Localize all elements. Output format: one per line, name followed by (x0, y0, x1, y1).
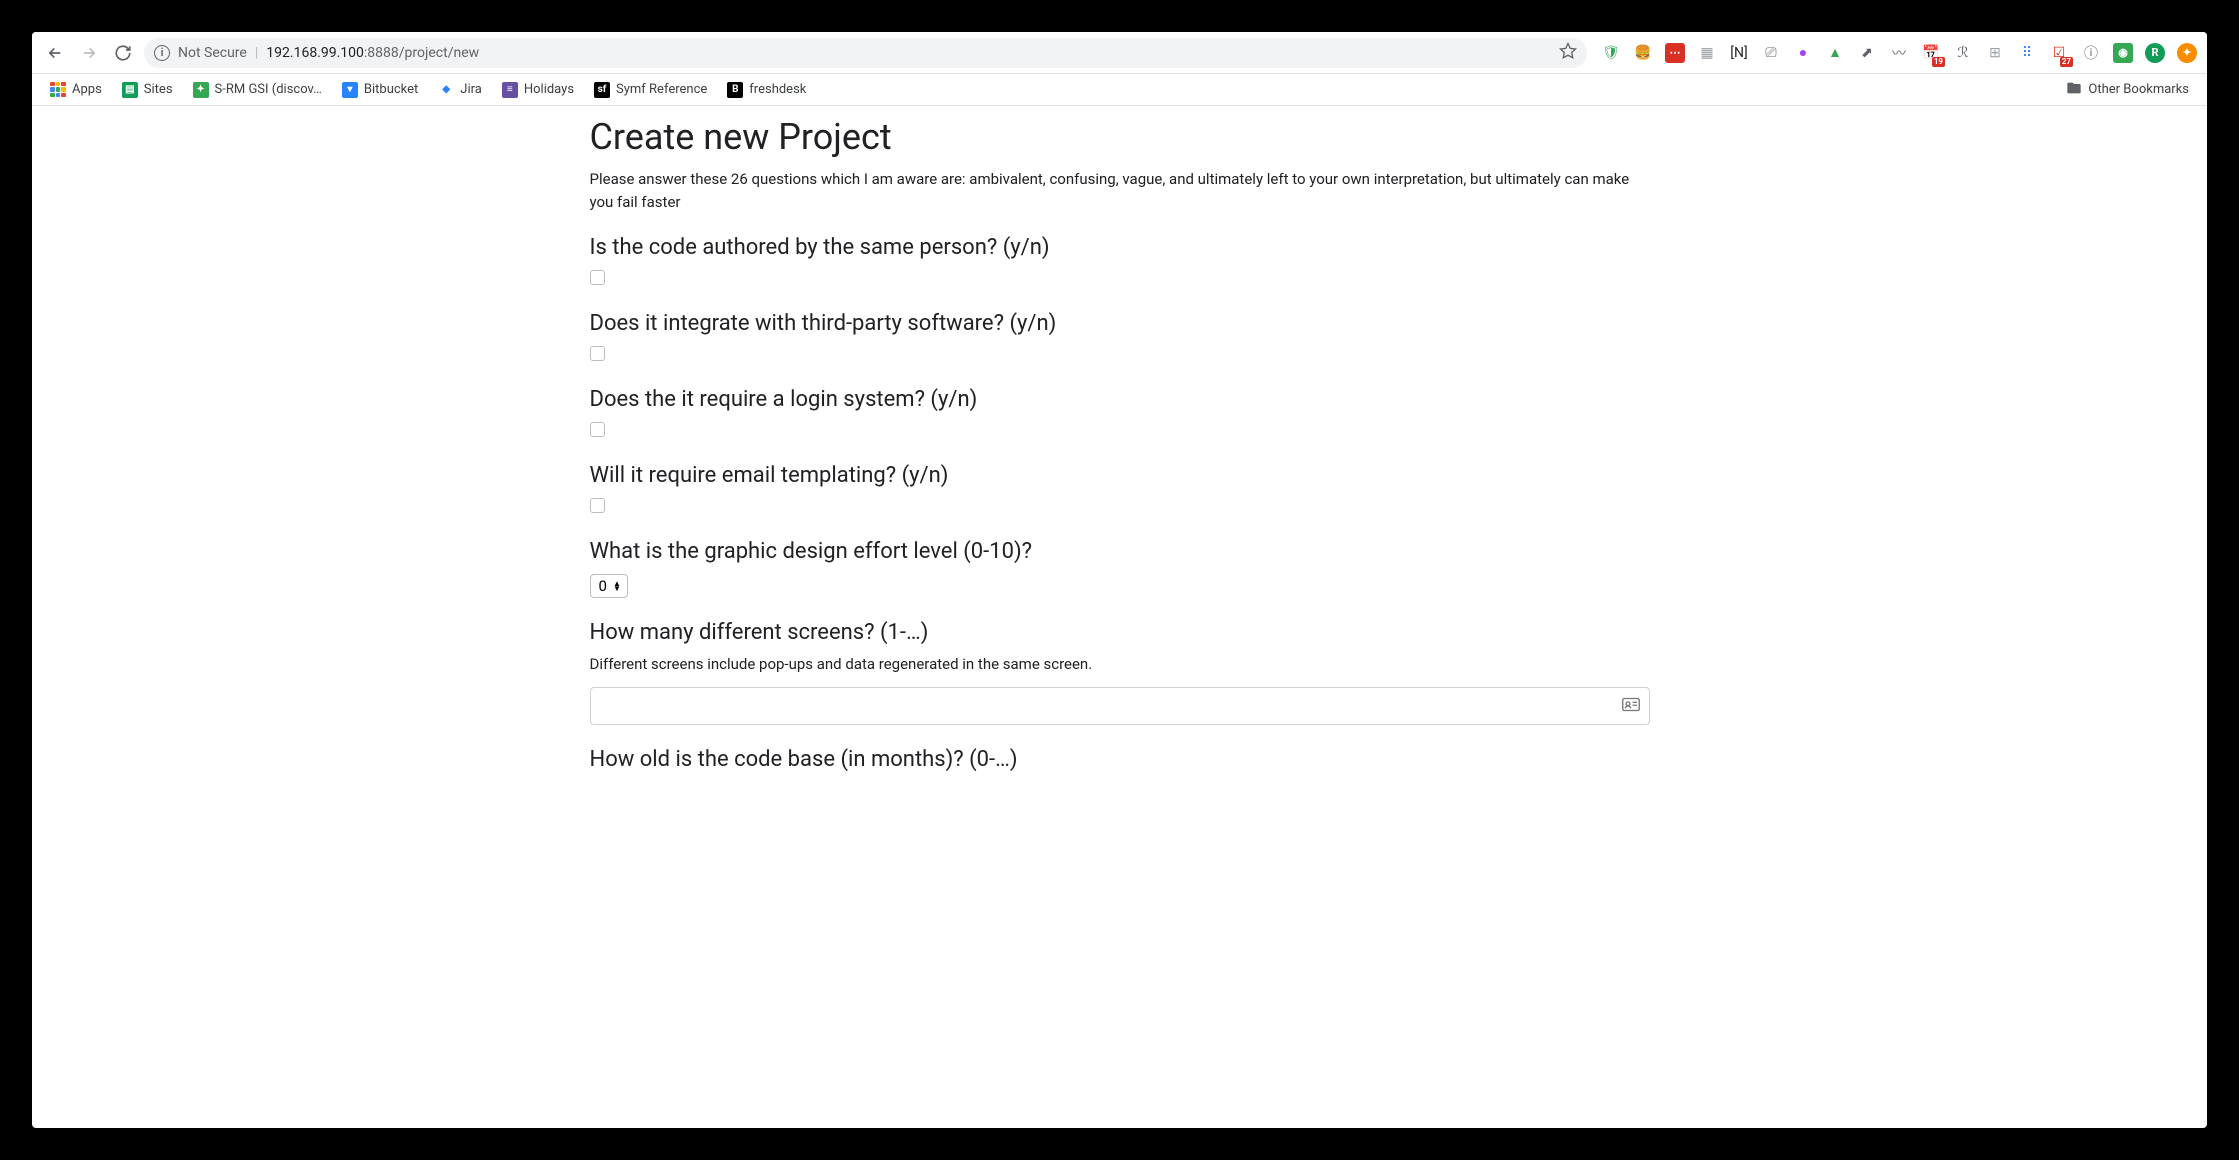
intro-text: Please answer these 26 questions which I… (590, 168, 1650, 213)
favicon-icon: sf (594, 82, 610, 98)
site-info-icon[interactable]: i (154, 45, 170, 61)
input-screens[interactable] (590, 687, 1650, 725)
checkbox-email-templating[interactable] (590, 498, 605, 513)
bookmarks-bar: Apps ▤ Sites ✦ S-RM GSI (discov… ▾ Bitbucket ◆… (32, 74, 2207, 106)
extension-orange-circle-icon[interactable]: ✦ (2177, 43, 2197, 63)
badge: 19 (1932, 57, 1945, 67)
extension-red-dots-icon[interactable]: ⋯ (1665, 43, 1685, 63)
bookmark-star-icon[interactable] (1559, 42, 1577, 64)
extension-wave-icon[interactable]: 〰 (1889, 43, 1909, 63)
address-separator: | (255, 45, 258, 61)
extension-adidas-icon[interactable]: ▲ (1825, 43, 1845, 63)
other-bookmarks-button[interactable]: Other Bookmarks (2058, 76, 2197, 104)
bookmark-item[interactable]: ▤ Sites (114, 78, 181, 102)
extension-grid-icon[interactable]: ⊞ (1985, 43, 2005, 63)
favicon-icon: B (727, 82, 743, 98)
apps-grid-icon (50, 82, 66, 98)
bookmark-item[interactable]: ≡ Holidays (494, 78, 582, 102)
bookmark-label: freshdesk (749, 82, 806, 97)
checkbox-same-author[interactable] (590, 270, 605, 285)
extension-green-box-icon[interactable]: ◉ (2113, 43, 2133, 63)
other-bookmarks-label: Other Bookmarks (2088, 82, 2189, 97)
question-label: What is the graphic design effort level … (590, 539, 1650, 564)
question-label: Is the code authored by the same person?… (590, 235, 1650, 260)
extension-gray-box-icon[interactable]: ▦ (1697, 43, 1717, 63)
question-screens: How many different screens? (1-…) Differ… (590, 620, 1650, 725)
extension-dots-blue-icon[interactable]: ⠿ (2017, 43, 2037, 63)
stepper-arrows-icon: ▲▼ (613, 581, 621, 591)
favicon-icon: ≡ (502, 82, 518, 98)
question-code-age: How old is the code base (in months)? (0… (590, 747, 1650, 772)
bookmark-label: Bitbucket (364, 82, 418, 97)
favicon-icon: ◆ (438, 82, 454, 98)
extension-arrow-box-icon[interactable]: ⬈ (1857, 43, 1877, 63)
question-login: Does the it require a login system? (y/n… (590, 387, 1650, 441)
favicon-icon: ▾ (342, 82, 358, 98)
extension-cast-icon[interactable]: ⎚ (1761, 43, 1781, 63)
security-label: Not Secure (178, 45, 247, 61)
bookmark-item[interactable]: sf Symf Reference (586, 78, 715, 102)
browser-toolbar: i Not Secure | 192.168.99.100:8888/proje… (32, 32, 2207, 74)
favicon-icon: ✦ (193, 82, 209, 98)
contact-card-icon[interactable] (1622, 697, 1640, 716)
bookmark-item[interactable]: ▾ Bitbucket (334, 78, 426, 102)
favicon-icon: ▤ (122, 82, 138, 98)
checkbox-third-party[interactable] (590, 346, 605, 361)
extension-n-bracket-icon[interactable]: [N] (1729, 43, 1749, 63)
apps-label: Apps (72, 82, 102, 97)
question-label: Will it require email templating? (y/n) (590, 463, 1650, 488)
question-label: How many different screens? (1-…) (590, 620, 1650, 645)
bookmark-label: S-RM GSI (discov… (215, 82, 322, 97)
extension-rabbit-icon[interactable]: ℛ (1953, 43, 1973, 63)
extension-info-icon[interactable]: ⓘ (2081, 43, 2101, 63)
apps-button[interactable]: Apps (42, 78, 110, 102)
bookmark-item[interactable]: Bfreshdesk (719, 78, 814, 102)
extension-burger-icon[interactable]: 🍔 (1633, 43, 1653, 63)
question-label: Does it integrate with third-party softw… (590, 311, 1650, 336)
extension-icons: 🛡 🍔 ⋯ ▦ [N] ⎚ ● ▲ ⬈ 〰 📅19 ℛ ⊞ ⠿ ☑27 ⓘ ◉ R ✦ (1595, 43, 2197, 63)
reload-button[interactable] (110, 40, 136, 66)
question-label: How old is the code base (in months)? (0… (590, 747, 1650, 772)
back-button[interactable] (42, 40, 68, 66)
bookmark-label: Jira (460, 82, 482, 97)
checkbox-login[interactable] (590, 422, 605, 437)
select-value: 0 (599, 577, 607, 595)
extension-calendar-badge-icon[interactable]: 📅19 (1921, 43, 1941, 63)
url-text: 192.168.99.100:8888/project/new (266, 45, 479, 61)
extension-todo-badge-icon[interactable]: ☑27 (2049, 43, 2069, 63)
forward-button[interactable] (76, 40, 102, 66)
question-email-templating: Will it require email templating? (y/n) (590, 463, 1650, 517)
folder-icon (2066, 80, 2082, 100)
question-label: Does the it require a login system? (y/n… (590, 387, 1650, 412)
question-same-author: Is the code authored by the same person?… (590, 235, 1650, 289)
question-third-party: Does it integrate with third-party softw… (590, 311, 1650, 365)
page-title: Create new Project (590, 116, 1650, 158)
bookmark-item[interactable]: ◆ Jira (430, 78, 490, 102)
page-viewport[interactable]: Create new Project Please answer these 2… (32, 106, 2207, 1128)
address-bar[interactable]: i Not Secure | 192.168.99.100:8888/proje… (144, 38, 1587, 68)
extension-avatar-r-icon[interactable]: R (2145, 43, 2165, 63)
bookmark-label: Symf Reference (616, 82, 707, 97)
bookmark-label: Holidays (524, 82, 574, 97)
extension-purple-circle-icon[interactable]: ● (1793, 43, 1813, 63)
question-help: Different screens include pop-ups and da… (590, 655, 1650, 673)
bookmark-item[interactable]: ✦ S-RM GSI (discov… (185, 78, 330, 102)
bookmark-label: Sites (144, 82, 173, 97)
badge: 27 (2060, 57, 2073, 67)
extension-shield-icon[interactable]: 🛡 (1601, 43, 1621, 63)
question-design-effort: What is the graphic design effort level … (590, 539, 1650, 598)
select-design-effort[interactable]: 0 ▲▼ (590, 574, 628, 598)
